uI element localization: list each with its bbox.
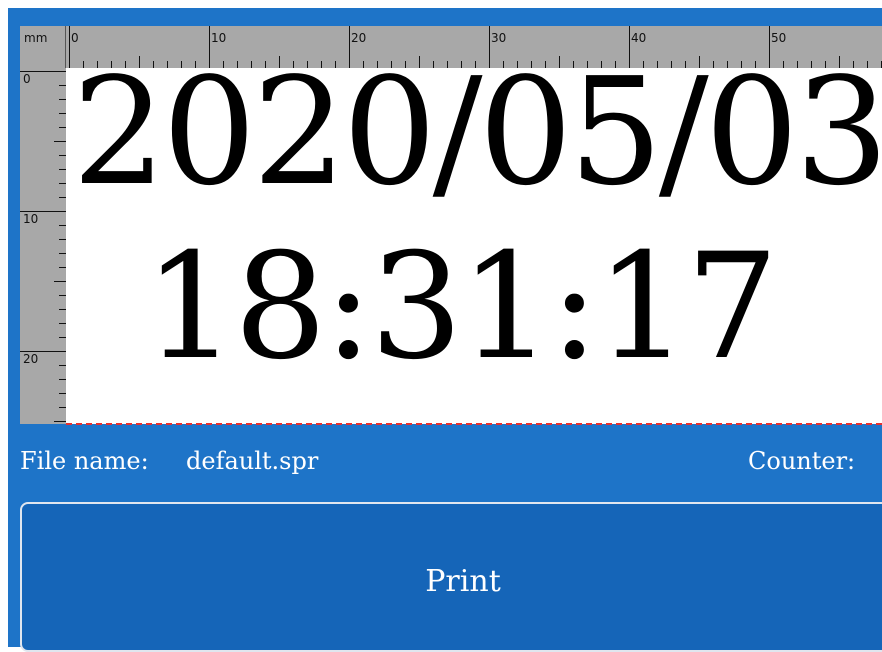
ruler-label: 50 [771,31,786,45]
print-preview-canvas[interactable]: 2020/05/03 18:31:17 [66,68,882,424]
ruler-label: 30 [491,31,506,45]
date-text[interactable]: 2020/05/03 [72,68,882,206]
vertical-ruler: 0 10 20 [20,68,66,424]
counter-label: Counter: [748,447,856,475]
print-button-label: Print [425,564,501,599]
print-limit-line [66,423,882,425]
file-name-value: default.spr [186,447,319,475]
time-text[interactable]: 18:31:17 [144,234,779,380]
print-button[interactable]: Print [20,502,882,652]
ruler-label: 10 [211,31,226,45]
ruler-label: 20 [351,31,366,45]
ruler-unit-label: mm [20,26,66,68]
ruler-label: 10 [23,212,38,226]
ruler-label: 40 [631,31,646,45]
ruler-label: 0 [71,31,79,45]
file-name-label: File name: [20,447,149,475]
horizontal-ruler: 0 10 20 30 40 50 [66,26,882,68]
ruler-label: 20 [23,352,38,366]
ruler-label: 0 [23,72,31,86]
